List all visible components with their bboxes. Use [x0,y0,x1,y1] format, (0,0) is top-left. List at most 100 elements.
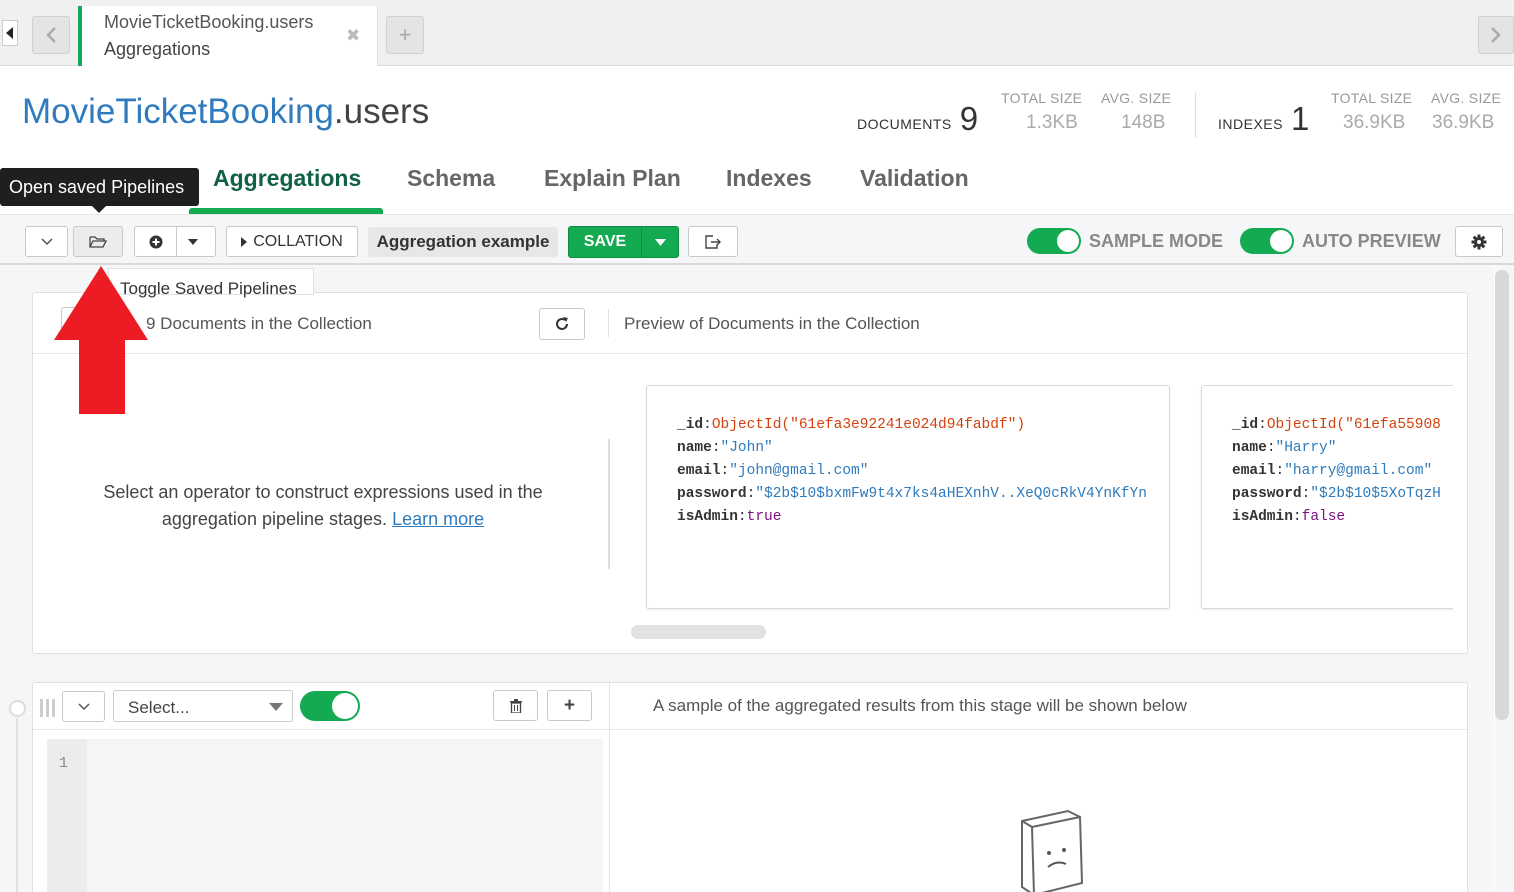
field-key: _id [677,417,704,433]
source-vertical-divider [608,309,609,337]
horizontal-scrollbar-thumb[interactable] [631,625,766,639]
documents-stat: DOCUMENTS 9 [857,98,978,138]
help-text-line-1: Select an operator to construct expressi… [103,482,543,502]
stage-result-text: A sample of the aggregated results from … [653,696,1187,715]
refresh-icon [556,317,568,330]
field-key: name [1232,440,1267,456]
new-tab-button[interactable]: + [386,16,424,54]
add-stage-button[interactable] [134,226,216,257]
refresh-button[interactable] [539,308,585,340]
pipeline-toolbar: COLLATION Aggregation example SAVE SAMPL… [0,214,1514,265]
document-card: _id:ObjectId("61efa55908 name:"Harry" em… [1201,385,1453,609]
tab-schema[interactable]: Schema [407,165,495,192]
stage-timeline-circle [9,700,26,717]
delete-stage-button[interactable] [493,690,538,721]
scroll-left-icon[interactable] [2,20,18,46]
add-stage-after-button[interactable]: + [547,690,592,721]
tab-aggregations[interactable]: Aggregations [213,165,361,192]
sample-mode-label: SAMPLE MODE [1089,231,1224,251]
documents-count: 9 [959,100,979,137]
idx-total-size-label: TOTAL SIZE [1331,90,1413,106]
field-value: ObjectId("61efa55908 [1266,417,1441,433]
plus-circle-icon [149,235,163,248]
stage-operator-select[interactable]: Select... [113,690,293,722]
field-key: isAdmin [677,509,738,525]
caret-right-icon [241,236,248,247]
field-key: password [1232,486,1302,502]
auto-preview-toggle[interactable] [1240,228,1294,254]
trash-icon [509,698,522,713]
scrollbar-thumb[interactable] [1495,270,1509,720]
collapse-stage-button[interactable] [62,691,105,722]
collection-title: MovieTicketBooking.users [22,92,429,132]
chevron-down-icon [77,702,90,710]
field-key: _id [1232,417,1259,433]
collection-source-panel: 9 Documents in the Collection Preview of… [32,292,1468,654]
doc-total-size: 1.3KB [1026,112,1078,133]
open-saved-pipelines-button[interactable] [73,226,123,257]
document-preview-strip: _id:ObjectId("61efa3e92241e024d94fabdf")… [645,383,1453,613]
open-saved-pipelines-tooltip: Open saved Pipelines [0,168,199,206]
line-number: 1 [59,755,69,772]
export-icon [705,234,721,249]
database-name[interactable]: MovieTicketBooking [22,92,334,131]
field-key: email [1232,463,1276,479]
stats-divider [1195,92,1196,138]
caret-down-icon [654,238,666,246]
field-value: "Harry" [1275,440,1337,456]
forward-button[interactable] [1478,16,1514,54]
field-value: "John" [720,440,773,456]
field-value: "$2b$10$bxmFw9t4x7ks4aHEXnhV..XeQ0cRkV4Y… [755,486,1147,502]
gear-icon [1471,234,1487,249]
sample-mode-toggle[interactable] [1027,228,1081,254]
chevron-left-icon [46,27,56,43]
doc-avg-size: 148B [1121,112,1166,133]
drag-handle-icon[interactable] [40,699,56,717]
tab-validation[interactable]: Validation [860,165,969,192]
tab-indexes[interactable]: Indexes [726,165,812,192]
stage-editor[interactable]: 1 [47,739,603,892]
learn-more-link[interactable]: Learn more [392,509,484,529]
stage-header-divider [33,729,1467,730]
document-card: _id:ObjectId("61efa3e92241e024d94fabdf")… [646,385,1170,609]
help-divider [608,439,610,569]
field-key: password [677,486,747,502]
doc-total-size-label: TOTAL SIZE [1001,90,1083,106]
field-key: name [677,440,712,456]
field-value: false [1301,509,1346,525]
stage-enabled-toggle[interactable] [300,691,360,721]
tooltip-text: Open saved Pipelines [9,177,185,197]
collapse-button[interactable] [25,226,68,257]
folder-open-icon [89,235,107,248]
settings-button[interactable] [1455,226,1503,257]
field-value: "$2b$10$5XoTqzH [1310,486,1441,502]
collection-name: .users [333,92,430,131]
chevron-down-icon [40,237,53,245]
idx-avg-size-label: AVG. SIZE [1431,90,1502,106]
select-placeholder: Select... [128,698,190,717]
stage-vertical-divider [609,683,610,892]
collation-button[interactable]: COLLATION [226,226,358,257]
field-value: ObjectId("61efa3e92241e024d94fabdf") [711,417,1026,433]
caret-down-icon [188,238,198,245]
stage-timeline-line [16,718,18,892]
collation-label: COLLATION [253,232,343,250]
tab-explain-plan[interactable]: Explain Plan [544,165,681,192]
export-to-language-button[interactable] [688,226,738,257]
tab-collection-aggregations[interactable]: MovieTicketBooking.users Aggregations ✖ [78,6,378,66]
idx-total-size: 36.9KB [1343,112,1406,133]
save-button[interactable]: SAVE [568,226,642,258]
doc-avg-size-label: AVG. SIZE [1101,90,1172,106]
back-button[interactable] [32,16,70,54]
sad-document-icon [1021,809,1084,892]
field-value: "harry@gmail.com" [1284,463,1433,479]
save-menu-button[interactable] [641,226,679,258]
documents-label: DOCUMENTS [857,116,952,132]
field-value: "john@gmail.com" [729,463,869,479]
help-text-line-2: aggregation pipeline stages. [161,509,388,529]
tooltip-pointer [91,205,107,213]
field-key: isAdmin [1232,509,1293,525]
close-tab-icon[interactable]: ✖ [346,26,360,46]
chevron-right-icon [1491,27,1501,43]
pipeline-name[interactable]: Aggregation example [368,227,558,257]
